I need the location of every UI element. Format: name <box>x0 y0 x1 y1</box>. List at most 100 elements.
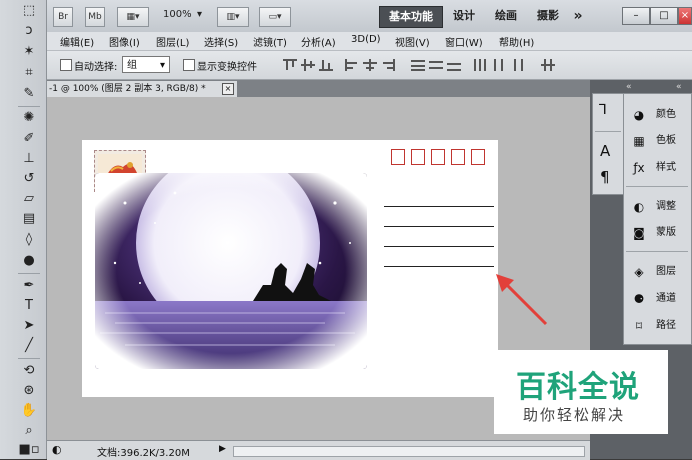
tools-panel: ⬚ ↄ ✶ ⌗ ✎ ✺ ✐ ⊥ ↺ ▱ ▤ ◊ ● ✒ T ➤ ╱ ⟲ ⊛ ✋ … <box>0 0 47 459</box>
align-right-icon[interactable] <box>381 59 395 71</box>
auto-select-label: 自动选择: <box>74 62 118 73</box>
panel-divider <box>626 251 688 252</box>
menu-layer[interactable]: 图层(L) <box>156 34 189 49</box>
align-vertical-center-icon[interactable] <box>301 59 315 71</box>
menu-select[interactable]: 选择(S) <box>204 34 238 49</box>
panel-masks[interactable]: ◙ 蒙版 <box>628 222 688 244</box>
type-tool-icon[interactable]: T <box>17 297 41 315</box>
horizontal-scrollbar[interactable] <box>233 446 585 457</box>
panel-paths[interactable]: ⌑ 路径 <box>628 315 688 337</box>
screen-mode-button[interactable]: ▭▾ <box>259 7 291 27</box>
magic-wand-tool-icon[interactable]: ✶ <box>17 43 41 61</box>
close-document-icon[interactable]: × <box>222 83 234 95</box>
clone-stamp-tool-icon[interactable]: ⊥ <box>17 150 41 168</box>
collapse-dock-icon[interactable]: « <box>626 82 632 92</box>
align-top-icon[interactable] <box>283 59 297 71</box>
panel-color[interactable]: ◕ 颜色 <box>628 104 688 126</box>
3d-rotate-tool-icon[interactable]: ⟲ <box>17 362 41 380</box>
workspace-essentials[interactable]: 基本功能 <box>379 6 443 28</box>
zoom-tool-icon[interactable]: ⌕ <box>17 422 41 440</box>
align-bottom-icon[interactable] <box>319 59 333 71</box>
menu-edit[interactable]: 编辑(E) <box>60 34 94 49</box>
auto-align-layers-icon[interactable] <box>541 59 555 71</box>
pen-tool-icon[interactable]: ✒ <box>17 277 41 295</box>
menu-bar: 编辑(E) 图像(I) 图层(L) 选择(S) 滤镜(T) 分析(A) 3D(D… <box>47 32 692 51</box>
align-left-icon[interactable] <box>345 59 359 71</box>
panel-channels[interactable]: ⚈ 通道 <box>628 288 688 310</box>
panel-swatches[interactable]: ▦ 色板 <box>628 130 688 152</box>
status-zoom-icon[interactable]: ◐ <box>52 443 62 456</box>
distribute-horizontal-center-icon[interactable] <box>491 59 505 71</box>
status-menu-arrow[interactable]: ▶ <box>219 444 226 454</box>
collapse-dock-icon[interactable]: « <box>676 82 682 92</box>
panel-layers[interactable]: ◈ 图层 <box>628 261 688 283</box>
arrange-documents-button[interactable]: ▥▾ <box>217 7 249 27</box>
workspace-painting[interactable]: 绘画 <box>489 6 523 26</box>
distribute-left-icon[interactable] <box>473 59 487 71</box>
panel-divider <box>595 131 621 132</box>
panel-divider <box>626 186 688 187</box>
menu-analysis[interactable]: 分析(A) <box>301 34 336 49</box>
distribute-top-icon[interactable] <box>411 59 425 71</box>
panel-label: 调整 <box>656 201 676 212</box>
zoom-dropdown-icon[interactable]: ▾ <box>197 9 202 20</box>
bridge-button[interactable]: Br <box>53 7 73 27</box>
distribute-right-icon[interactable] <box>509 59 523 71</box>
history-brush-tool-icon[interactable]: ↺ <box>17 170 41 188</box>
application-bar: Br Mb ▦▾ 100% ▾ ▥▾ ▭▾ 基本功能 设计 绘画 摄影 » – … <box>47 0 692 33</box>
panel-styles[interactable]: ƒx 样式 <box>628 157 688 179</box>
path-selection-tool-icon[interactable]: ➤ <box>17 317 41 335</box>
show-transform-controls-label: 显示变换控件 <box>197 62 257 73</box>
panel-label: 颜色 <box>656 109 676 120</box>
minimize-button[interactable]: – <box>622 7 650 25</box>
eyedropper-tool-icon[interactable]: ✎ <box>17 85 41 103</box>
layers-icon: ◈ <box>634 265 644 279</box>
zoom-level[interactable]: 100% <box>163 9 192 20</box>
masks-icon: ◙ <box>633 226 645 240</box>
panel-adjustments[interactable]: ◐ 调整 <box>628 196 688 218</box>
hand-tool-icon[interactable]: ✋ <box>17 402 41 420</box>
show-transform-controls-checkbox[interactable] <box>183 59 195 71</box>
lasso-tool-icon[interactable]: ↄ <box>17 22 41 40</box>
address-line <box>384 266 494 267</box>
document-tab[interactable]: -1 @ 100% (图层 2 副本 3, RGB/8) * <box>47 81 237 97</box>
screen-mode-icon: ▭▾ <box>268 12 282 22</box>
gradient-tool-icon[interactable]: ▤ <box>17 210 41 228</box>
line-tool-icon[interactable]: ╱ <box>17 337 41 355</box>
mini-bridge-button[interactable]: Mb <box>85 7 105 27</box>
auto-select-dropdown[interactable]: 组 ▾ <box>122 56 170 73</box>
menu-3d[interactable]: 3D(D) <box>351 34 381 45</box>
panel-label: 样式 <box>656 162 676 173</box>
dodge-tool-icon[interactable]: ● <box>17 252 41 270</box>
menu-view[interactable]: 视图(V) <box>395 34 430 49</box>
postal-code-box <box>451 149 465 165</box>
postal-code-box <box>411 149 425 165</box>
workspace-photography[interactable]: 摄影 <box>531 6 565 26</box>
menu-image[interactable]: 图像(I) <box>109 34 140 49</box>
auto-select-checkbox[interactable] <box>60 59 72 71</box>
more-workspaces-button[interactable]: » <box>569 6 587 26</box>
paragraph-icon[interactable]: ¶ <box>600 168 610 186</box>
foreground-background-color-icon[interactable]: ■▫ <box>14 441 44 459</box>
maximize-button[interactable]: □ <box>650 7 678 25</box>
3d-orbit-tool-icon[interactable]: ⊛ <box>17 382 41 400</box>
distribute-bottom-icon[interactable] <box>447 59 461 71</box>
align-horizontal-center-icon[interactable] <box>363 59 377 71</box>
menu-filter[interactable]: 滤镜(T) <box>253 34 287 49</box>
character-icon[interactable]: A <box>600 142 610 160</box>
marquee-tool-icon[interactable]: ⬚ <box>17 2 41 20</box>
distribute-vertical-center-icon[interactable] <box>429 59 443 71</box>
panel-label: 通道 <box>656 293 676 304</box>
crop-tool-icon[interactable]: ⌗ <box>17 64 41 82</box>
blur-tool-icon[interactable]: ◊ <box>17 231 41 249</box>
workspace-design[interactable]: 设计 <box>447 6 481 26</box>
eraser-tool-icon[interactable]: ▱ <box>17 190 41 208</box>
brush-tool-icon[interactable]: ✐ <box>17 130 41 148</box>
view-extras-button[interactable]: ▦▾ <box>117 7 149 27</box>
menu-window[interactable]: 窗口(W) <box>445 34 483 49</box>
menu-help[interactable]: 帮助(H) <box>499 34 534 49</box>
close-button[interactable]: × <box>678 7 692 25</box>
history-icon[interactable]: ⅂ <box>599 102 607 118</box>
chevron-down-icon: ▾ <box>159 60 165 71</box>
healing-brush-tool-icon[interactable]: ✺ <box>17 109 41 127</box>
